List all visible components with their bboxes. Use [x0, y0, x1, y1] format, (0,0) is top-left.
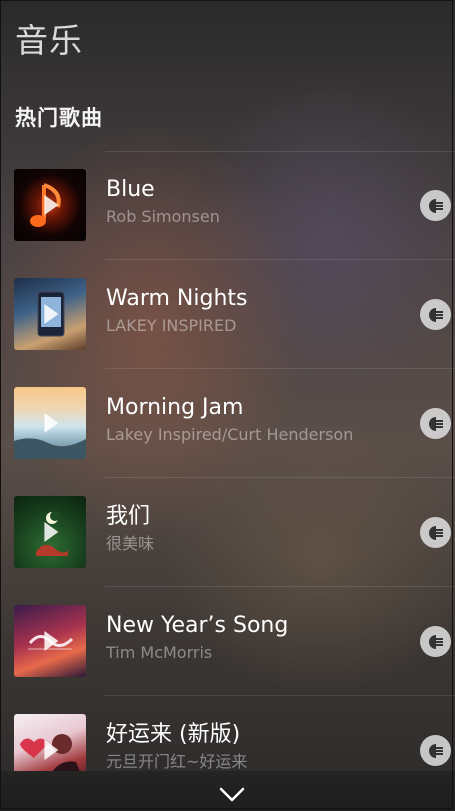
song-row[interactable]: Warm Nights LAKEY INSPIRED — [0, 260, 455, 369]
more-options-button[interactable] — [420, 735, 451, 766]
more-options-icon — [428, 198, 443, 213]
chevron-down-icon[interactable] — [218, 786, 246, 804]
play-icon — [44, 413, 59, 433]
more-options-icon — [428, 307, 443, 322]
play-icon — [44, 631, 59, 651]
album-cover[interactable] — [14, 714, 86, 771]
song-title: Blue — [106, 177, 155, 202]
song-row[interactable]: Blue Rob Simonsen — [0, 151, 455, 260]
album-cover[interactable] — [14, 278, 86, 350]
song-title: Morning Jam — [106, 395, 244, 420]
song-title: 好运来 (新版) — [106, 722, 241, 747]
album-cover[interactable] — [14, 496, 86, 568]
more-options-icon — [428, 634, 443, 649]
song-list: Blue Rob Simonsen Warm Nights LAKEY INSP… — [0, 151, 455, 771]
song-row[interactable]: 我们 很美味 — [0, 478, 455, 587]
more-options-icon — [428, 525, 443, 540]
more-options-button[interactable] — [420, 299, 451, 330]
more-options-button[interactable] — [420, 190, 451, 221]
song-artist: LAKEY INSPIRED — [106, 316, 237, 335]
play-icon — [44, 522, 59, 542]
song-row[interactable]: Morning Jam Lakey Inspired/Curt Henderso… — [0, 369, 455, 478]
album-cover[interactable] — [14, 169, 86, 241]
song-row[interactable]: New Year’s Song Tim McMorris — [0, 587, 455, 696]
more-options-button[interactable] — [420, 626, 451, 657]
song-title: New Year’s Song — [106, 613, 289, 638]
song-artist: 元旦开门红~好运来 — [106, 752, 248, 771]
app-title: 音乐 — [15, 21, 83, 60]
more-options-button[interactable] — [420, 408, 451, 439]
play-icon — [44, 304, 59, 324]
album-cover[interactable] — [14, 605, 86, 677]
song-artist: Tim McMorris — [106, 643, 213, 662]
more-options-button[interactable] — [420, 517, 451, 548]
song-row[interactable]: 好运来 (新版) 元旦开门红~好运来 — [0, 696, 455, 771]
section-title-hot-songs: 热门歌曲 — [15, 106, 103, 130]
play-icon — [44, 740, 59, 760]
more-options-icon — [428, 416, 443, 431]
song-artist: Lakey Inspired/Curt Henderson — [106, 425, 354, 444]
song-artist: Rob Simonsen — [106, 207, 220, 226]
song-artist: 很美味 — [106, 534, 155, 553]
album-cover[interactable] — [14, 387, 86, 459]
song-title: 我们 — [106, 504, 151, 529]
play-icon — [44, 195, 59, 215]
song-title: Warm Nights — [106, 286, 248, 311]
more-options-icon — [428, 743, 443, 758]
